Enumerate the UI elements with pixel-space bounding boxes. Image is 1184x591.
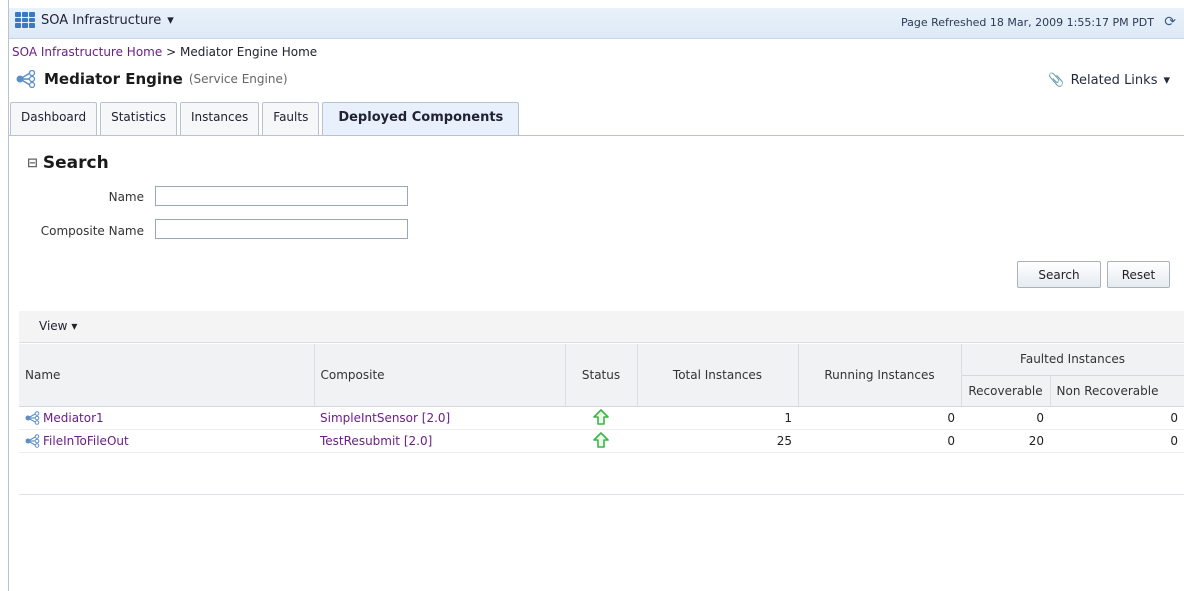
breadcrumb-separator: >	[166, 45, 177, 59]
tab-instances[interactable]: Instances	[179, 102, 260, 136]
view-menu-label: View	[39, 319, 68, 333]
left-border	[8, 0, 9, 591]
paperclip-icon: 📎	[1048, 73, 1065, 88]
non-recoverable-value: 0	[1050, 406, 1184, 430]
search-title: Search	[42, 153, 109, 173]
running-instances-value: 0	[798, 429, 961, 453]
up-arrow-icon	[593, 408, 609, 425]
tab-dashboard[interactable]: Dashboard	[10, 102, 98, 136]
name-input[interactable]	[155, 186, 408, 206]
composite-link[interactable]: SimpleIntSensor [2.0]	[320, 411, 450, 425]
column-header-composite[interactable]: Composite	[314, 344, 566, 407]
app-name: SOA Infrastructure	[41, 12, 162, 28]
mediator-engine-icon	[16, 70, 36, 88]
collapse-icon[interactable]: ⊟	[27, 156, 38, 171]
tab-divider	[9, 135, 1184, 136]
composite-name-label: Composite Name	[40, 224, 144, 238]
non-recoverable-value: 0	[1050, 429, 1184, 453]
component-name-link[interactable]: Mediator1	[43, 411, 104, 425]
page-refreshed-text: Page Refreshed 18 Mar, 2009 1:55:17 PM P…	[901, 16, 1154, 29]
reset-button[interactable]: Reset	[1107, 261, 1170, 288]
related-links-menu[interactable]: 📎 Related Links ▾	[1048, 73, 1170, 88]
search-button[interactable]: Search	[1017, 261, 1101, 288]
page-subtitle: (Service Engine)	[188, 72, 288, 86]
breadcrumb-current: Mediator Engine Home	[179, 45, 318, 59]
recoverable-value: 0	[961, 406, 1050, 430]
column-header-recoverable[interactable]: Recoverable	[961, 375, 1051, 408]
running-instances-value: 0	[798, 406, 961, 430]
table-row: FileInToFileOut TestResubmit [2.0] 25 0 …	[19, 429, 1184, 453]
breadcrumb-home-link[interactable]: SOA Infrastructure Home	[12, 45, 162, 59]
column-header-running-instances[interactable]: Running Instances	[798, 344, 962, 407]
column-header-status[interactable]: Status	[565, 344, 638, 407]
chevron-down-icon: ▾	[71, 319, 78, 333]
app-menu[interactable]: SOA Infrastructure ▾	[15, 12, 174, 28]
composite-name-input[interactable]	[155, 219, 408, 239]
total-instances-value: 1	[637, 406, 798, 430]
tab-statistics[interactable]: Statistics	[100, 102, 177, 136]
tab-faults[interactable]: Faults	[262, 102, 320, 136]
recoverable-value: 20	[961, 429, 1050, 453]
mediator-icon	[25, 434, 40, 448]
breadcrumb: SOA Infrastructure Home > Mediator Engin…	[12, 45, 317, 59]
table-toolbar: View ▾	[19, 311, 1184, 343]
mediator-icon	[25, 411, 40, 425]
composite-link[interactable]: TestResubmit [2.0]	[320, 434, 432, 448]
chevron-down-icon: ▾	[1163, 73, 1170, 88]
tab-bar: Dashboard Statistics Instances Faults De…	[10, 102, 520, 136]
column-header-name[interactable]: Name	[19, 344, 315, 407]
top-bar: SOA Infrastructure ▾ Page Refreshed 18 M…	[9, 8, 1184, 39]
page-title-bar: Mediator Engine (Service Engine)	[16, 70, 288, 88]
search-section-header[interactable]: ⊟ Search	[27, 153, 109, 173]
deployed-components-table: Name Composite Status Total Instances Ru…	[19, 344, 1184, 453]
chevron-down-icon: ▾	[167, 12, 174, 28]
column-header-total-instances[interactable]: Total Instances	[637, 344, 799, 407]
related-links-label: Related Links	[1070, 73, 1158, 88]
view-menu[interactable]: View ▾	[39, 319, 77, 333]
refresh-icon[interactable]: ⟳	[1164, 14, 1176, 30]
name-label: Name	[108, 190, 144, 204]
table-bottom-divider	[19, 494, 1184, 495]
tab-deployed-components[interactable]: Deployed Components	[322, 102, 520, 136]
up-arrow-icon	[593, 431, 609, 448]
page-title: Mediator Engine	[44, 70, 183, 88]
component-name-link[interactable]: FileInToFileOut	[43, 434, 129, 448]
table-row: Mediator1 SimpleIntSensor [2.0] 1 0 0 0	[19, 406, 1184, 430]
soa-infrastructure-icon	[15, 12, 35, 28]
total-instances-value: 25	[637, 429, 798, 453]
column-header-non-recoverable[interactable]: Non Recoverable	[1050, 375, 1184, 408]
column-header-faulted-instances: Faulted Instances	[961, 344, 1184, 376]
